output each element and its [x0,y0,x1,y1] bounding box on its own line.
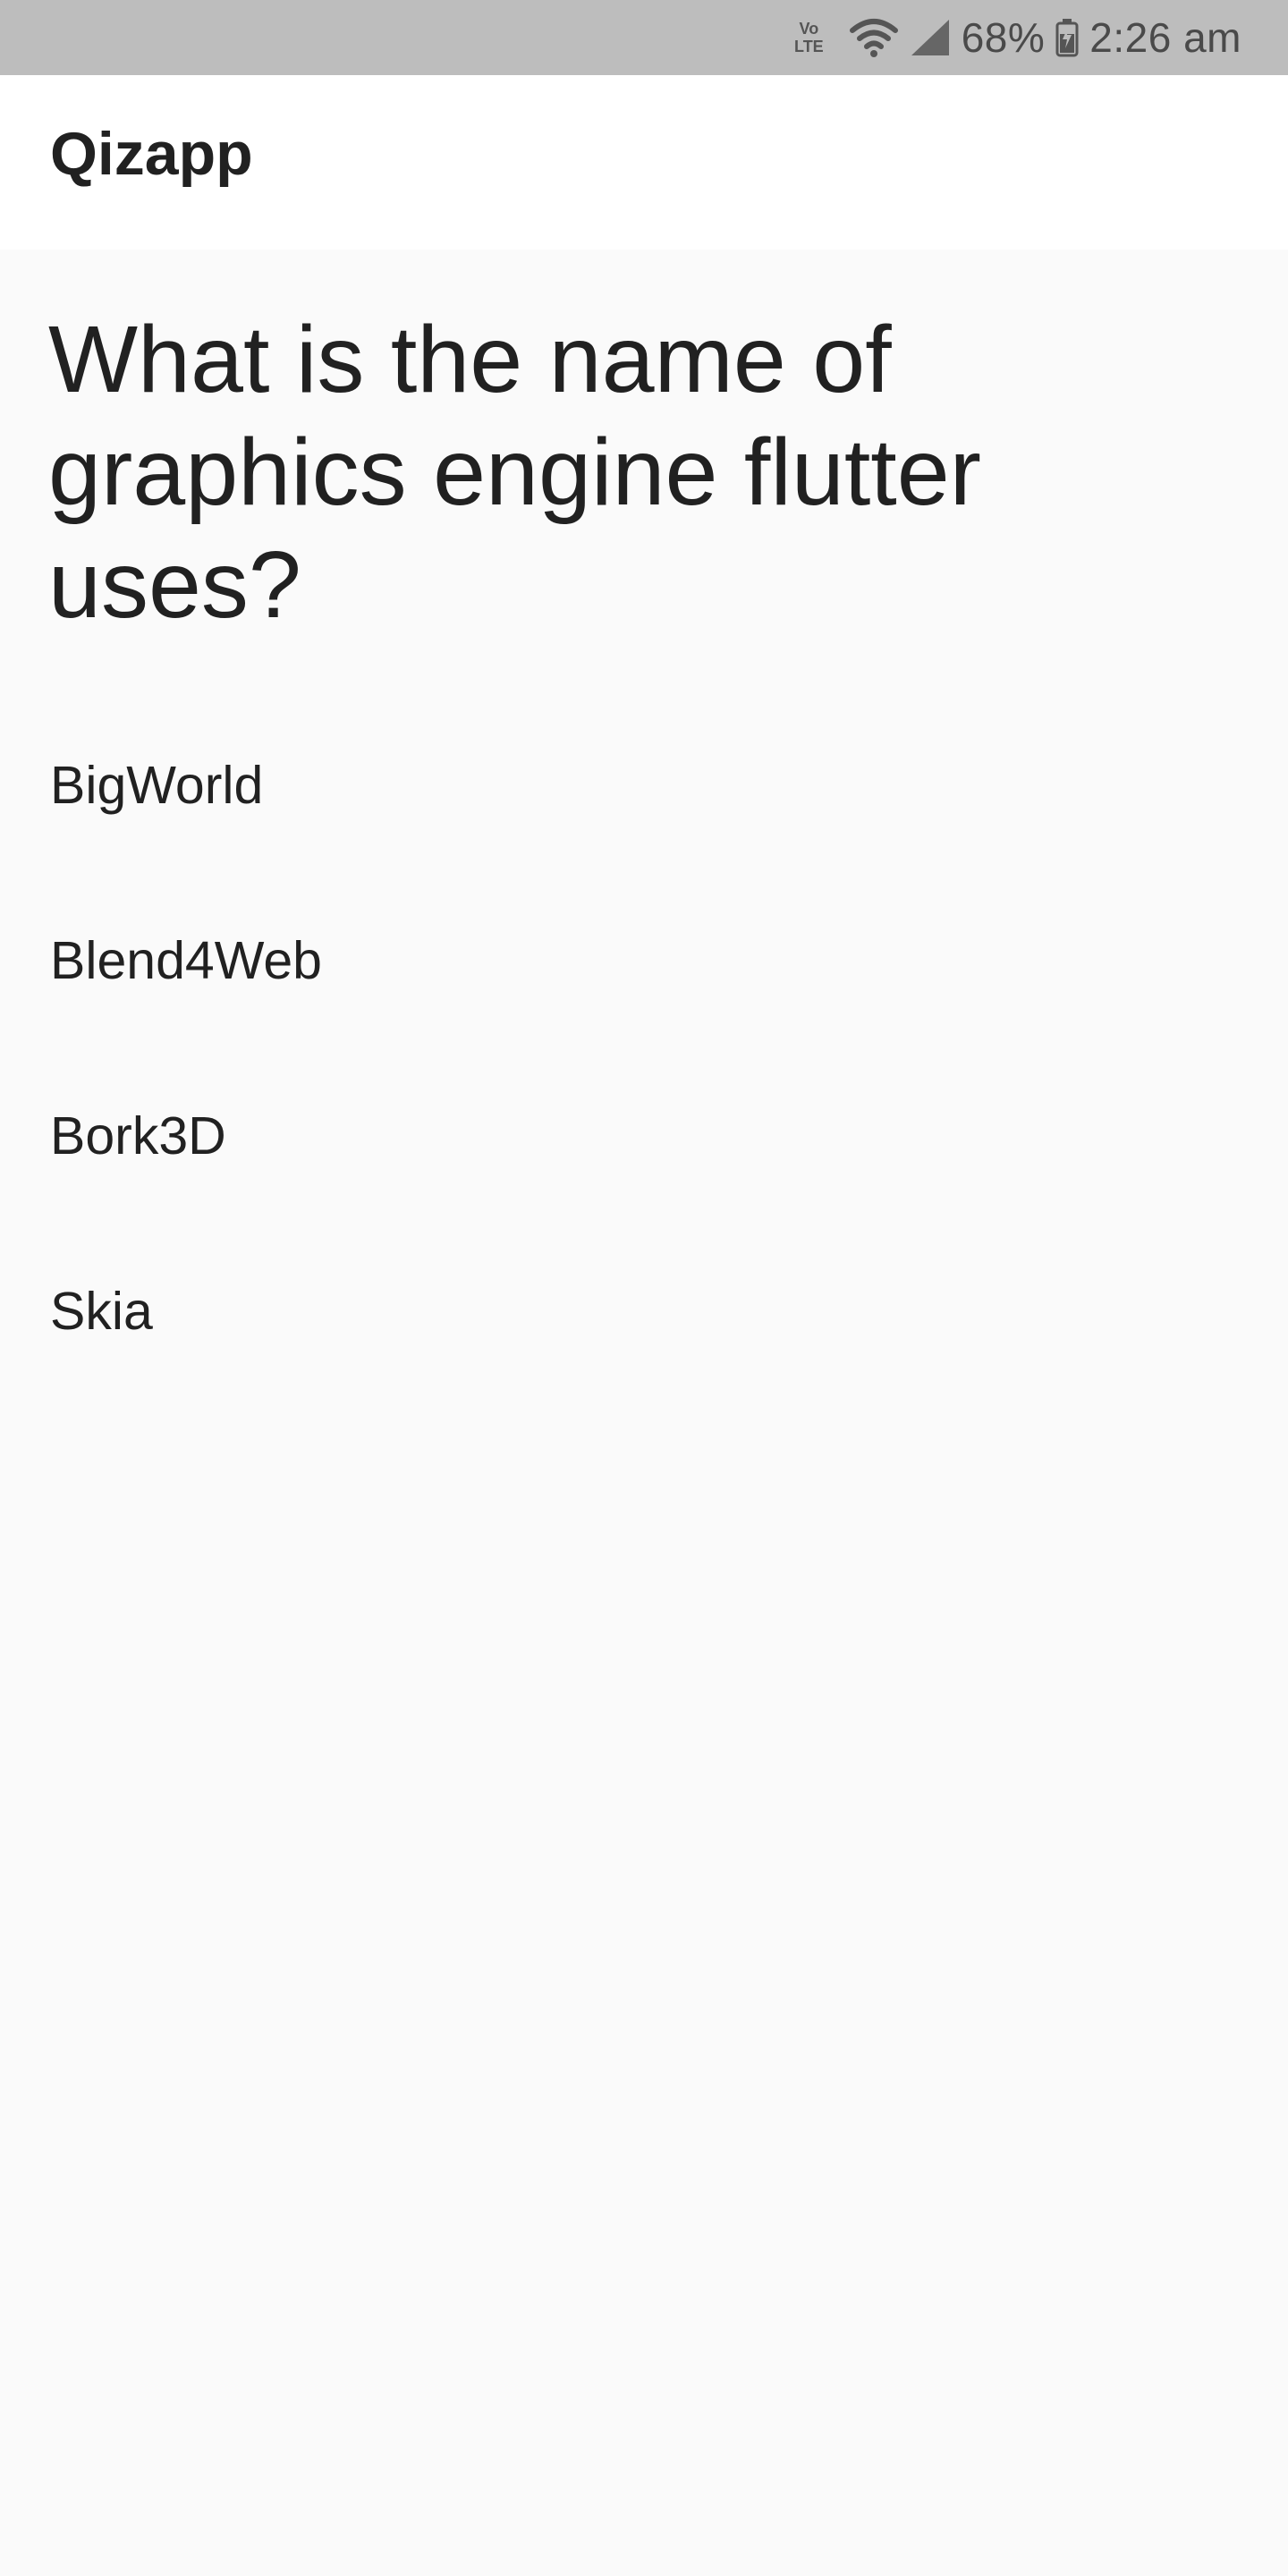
volte-indicator: Vo LTE [794,20,824,55]
answer-option[interactable]: Bork3D [0,1048,1288,1224]
quiz-content: What is the name of graphics engine flut… [0,250,1288,2576]
volte-label-top: Vo [799,20,819,38]
clock: 2:26 am [1089,14,1241,61]
status-bar: Vo LTE 68% 2:26 am [0,0,1288,75]
battery-percent: 68% [961,14,1046,61]
answer-option[interactable]: Skia [0,1224,1288,1399]
app-title: Qizapp [50,120,253,188]
battery-charging-icon [1055,18,1079,57]
question-text: What is the name of graphics engine flut… [48,307,981,638]
answer-list: BigWorld Blend4Web Bork3D Skia [0,698,1288,1399]
cell-signal-icon [910,18,951,57]
answer-option[interactable]: BigWorld [0,698,1288,873]
answer-option[interactable]: Blend4Web [0,873,1288,1048]
wifi-icon [849,18,899,57]
volte-label-bottom: LTE [794,38,824,55]
status-icons: Vo LTE 68% 2:26 am [794,0,1241,75]
app-bar: Qizapp [0,75,1288,250]
